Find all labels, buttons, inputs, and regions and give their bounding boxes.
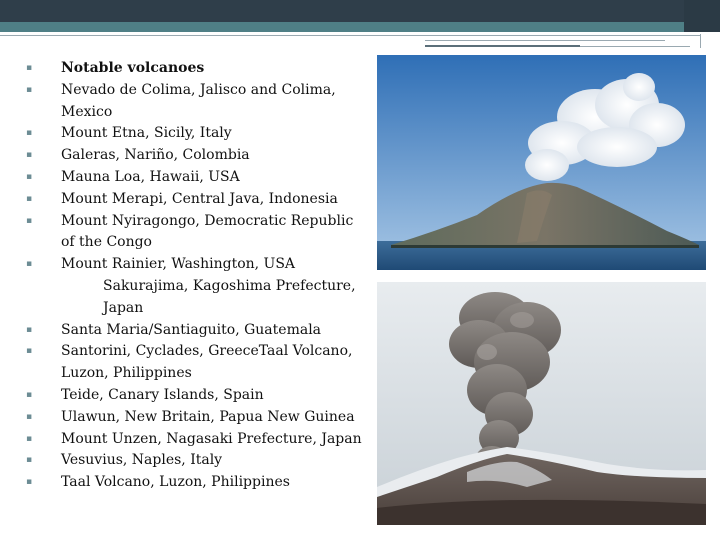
bullet-icon: ▪: [26, 389, 33, 400]
list-item: ▪ Mauna Loa, Hawaii, USA: [26, 167, 366, 189]
header-corner-block: [684, 0, 720, 32]
list-item: ▪ Notable volcanoes: [26, 58, 366, 80]
list-item: ▪ Santa Maria/Santiaguito, Guatemala: [26, 320, 366, 342]
header-rule: [580, 46, 690, 47]
list-item-text: Notable volcanoes: [61, 60, 205, 76]
header-band: [0, 0, 720, 22]
list-item: ▪ Teide, Canary Islands, Spain: [26, 385, 366, 407]
list-item-text: Mount Rainier, Washington, USA: [61, 256, 296, 273]
bullet-icon: ▪: [26, 193, 33, 204]
list-item: ▪ Galeras, Nariño, Colombia: [26, 145, 366, 167]
list-item-text: Teide, Canary Islands, Spain: [61, 386, 264, 403]
list-item-text: Ulawun, New Britain, Papua New Guinea: [61, 408, 355, 425]
header-accent-band: [0, 22, 720, 32]
list-item: ▪ Santorini, Cyclades, GreeceTaal Volcano…: [26, 341, 366, 385]
list-item-text: Mount Merapi, Central Java, Indonesia: [61, 190, 338, 207]
list-item-text: Vesuvius, Naples, Italy: [61, 452, 223, 469]
bullet-icon: ▪: [26, 411, 33, 422]
list-item: ▪ Mount Rainier, Washington, USA Sakurajim…: [26, 254, 366, 319]
bullet-icon: ▪: [26, 215, 33, 226]
list-item: ▪ Vesuvius, Naples, Italy: [26, 450, 366, 472]
list-item-text: Mount Unzen, Nagasaki Prefecture, Japan: [61, 430, 362, 447]
header-rule: [700, 34, 701, 48]
list-item: ▪ Taal Volcano, Luzon, Philippines: [26, 472, 366, 494]
bullet-icon: ▪: [26, 455, 33, 466]
list-item: ▪ Mount Nyiragongo, Democratic Republic o…: [26, 211, 366, 255]
list-item-text: Mount Etna, Sicily, Italy: [61, 125, 232, 142]
list-item: ▪ Ulawun, New Britain, Papua New Guinea: [26, 407, 366, 429]
bullet-icon: ▪: [26, 171, 33, 182]
bullet-icon: ▪: [26, 477, 33, 488]
bullet-icon: ▪: [26, 433, 33, 444]
list-item: ▪ Mount Merapi, Central Java, Indonesia: [26, 189, 366, 211]
bullet-icon: ▪: [26, 324, 33, 335]
list-item: ▪ Nevado de Colima, Jalisco and Colima, M…: [26, 80, 366, 124]
bullet-icon: ▪: [26, 259, 33, 270]
list-item-text: Nevado de Colima, Jalisco and Colima, Me…: [61, 81, 336, 120]
eruption-photo: [377, 282, 706, 525]
list-item-text: Taal Volcano, Luzon, Philippines: [61, 474, 290, 491]
list-item-text: Mauna Loa, Hawaii, USA: [61, 168, 240, 185]
bullet-icon: ▪: [26, 63, 33, 73]
list-item-continuation: Sakurajima, Kagoshima Prefecture, Japan: [103, 277, 356, 316]
bullet-icon: ▪: [26, 128, 33, 139]
list-item-text: Santa Maria/Santiaguito, Guatemala: [61, 321, 322, 338]
bullet-icon: ▪: [26, 150, 33, 161]
bullet-icon: ▪: [26, 84, 33, 95]
list-item: ▪ Mount Etna, Sicily, Italy: [26, 123, 366, 145]
list-item-text: Mount Nyiragongo, Democratic Republic of…: [61, 212, 354, 251]
volcano-list: ▪ Notable volcanoes ▪ Nevado de Colima, Jal…: [26, 58, 366, 494]
header-rule: [425, 40, 665, 41]
list-item-text: Galeras, Nariño, Colombia: [61, 147, 250, 164]
list-item-text: Santorini, Cyclades, GreeceTaal Volcano,…: [61, 343, 353, 382]
list-item: ▪ Mount Unzen, Nagasaki Prefecture, Japan: [26, 429, 366, 451]
header-rule: [425, 45, 580, 47]
header-rule: [0, 35, 700, 36]
bullet-icon: ▪: [26, 346, 33, 357]
volcano-island-photo: [377, 55, 706, 270]
